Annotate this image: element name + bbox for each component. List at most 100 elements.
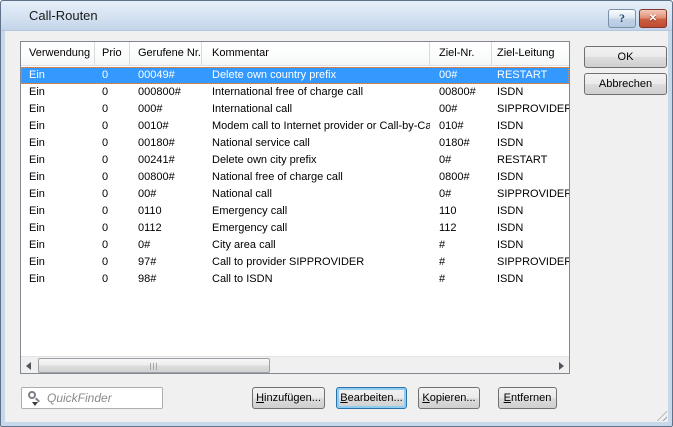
table-row[interactable]: Ein 0 00049# Delete own country prefix 00# RE… [21, 67, 569, 84]
table-cell: RESTART [497, 69, 548, 81]
table-cell: 0 [102, 171, 109, 183]
chevron-down-icon [32, 402, 38, 406]
cancel-button[interactable]: Abbrechen [584, 73, 667, 95]
table-cell: Modem call to Internet provider or Call-… [212, 120, 430, 132]
table-cell: Ein [29, 188, 45, 200]
table-cell: Delete own city prefix [212, 154, 317, 166]
table-cell: Ein [29, 69, 45, 81]
table-cell: Ein [29, 137, 45, 149]
column-header-gerufene-nr[interactable]: Gerufene Nr. [130, 42, 202, 66]
table-cell: Call to ISDN [212, 273, 273, 285]
table-cell: ISDN [497, 222, 524, 234]
table-row[interactable]: Ein 0 00180# National service call 0180# ISDN [21, 135, 569, 152]
table-cell: ISDN [497, 273, 524, 285]
table-cell: 0 [102, 239, 109, 251]
call-routes-table: Verwendung Prio Gerufene Nr. Kommentar Z… [20, 41, 570, 374]
table-cell: 00800# [138, 171, 175, 183]
table-cell: ISDN [497, 137, 524, 149]
column-header-prio[interactable]: Prio [95, 42, 130, 66]
table-cell: Ein [29, 239, 45, 251]
table-row[interactable]: Ein 0 0# City area call # ISDN [21, 237, 569, 254]
table-cell: City area call [212, 239, 276, 251]
table-cell: # [439, 256, 446, 268]
ok-button[interactable]: OK [584, 46, 667, 68]
table-cell: SIPPROVIDER [497, 103, 569, 115]
table-body: Ein 0 00049# Delete own country prefix 00# RE… [21, 67, 569, 288]
table-row[interactable]: Ein 0 00800# National free of charge call 08… [21, 169, 569, 186]
table-cell: Ein [29, 171, 45, 183]
table-row[interactable]: Ein 0 98# Call to ISDN # ISDN [21, 271, 569, 288]
table-cell: 0800# [439, 171, 470, 183]
table-cell: # [439, 239, 446, 251]
column-header-ziel-nr[interactable]: Ziel-Nr. [430, 42, 492, 66]
close-icon: ✕ [648, 13, 658, 24]
table-cell: Emergency call [212, 205, 288, 217]
table-cell: 0# [439, 154, 452, 166]
copy-button[interactable]: Kopieren... [418, 387, 480, 409]
search-icon[interactable] [26, 390, 44, 406]
table-row[interactable]: Ein 0 00# National call 0# SIPPROVIDER [21, 186, 569, 203]
table-cell: 0 [102, 256, 109, 268]
column-header-ziel-leitung[interactable]: Ziel-Leitung [492, 42, 569, 66]
table-cell: 110 [439, 205, 457, 217]
table-cell: 0 [102, 205, 109, 217]
quickfinder-box[interactable] [21, 387, 163, 409]
table-cell: 0 [102, 120, 109, 132]
remove-button[interactable]: Entfernen [498, 387, 557, 409]
table-cell: Ein [29, 103, 45, 115]
help-button[interactable]: ? [608, 9, 636, 28]
table-cell: ISDN [497, 171, 524, 183]
table-cell: 0110 [138, 205, 162, 217]
titlebar[interactable]: Call-Routen ? ✕ [1, 1, 672, 31]
table-cell: 00180# [138, 137, 175, 149]
table-cell: National service call [212, 137, 310, 149]
table-cell: 0 [102, 188, 109, 200]
table-row[interactable]: Ein 0 97# Call to provider SIPPROVIDER # SIPP… [21, 254, 569, 271]
horizontal-scrollbar[interactable] [21, 356, 569, 373]
table-cell: 0112 [138, 222, 162, 234]
table-cell: SIPPROVIDER [497, 256, 569, 268]
table-row[interactable]: Ein 0 000800# International free of charge … [21, 84, 569, 101]
table-cell: Call to provider SIPPROVIDER [212, 256, 365, 268]
add-button[interactable]: Hinzufügen... [252, 387, 325, 409]
table-cell: 0 [102, 103, 109, 115]
table-cell: ISDN [497, 239, 524, 251]
table-cell: 00# [439, 69, 458, 81]
column-header-verwendung[interactable]: Verwendung [21, 42, 95, 66]
column-header-kommentar[interactable]: Kommentar [202, 42, 430, 66]
table-row[interactable]: Ein 0 0110 Emergency call 110 ISDN [21, 203, 569, 220]
scroll-left-icon[interactable] [21, 357, 38, 373]
scroll-right-icon[interactable] [552, 357, 569, 373]
table-cell: 97# [138, 256, 157, 268]
table-cell: 00241# [138, 154, 175, 166]
help-icon: ? [619, 11, 625, 25]
table-cell: 00# [439, 103, 458, 115]
table-cell: 0010# [138, 120, 169, 132]
table-cell: ISDN [497, 205, 524, 217]
table-cell: 010# [439, 120, 464, 132]
table-row[interactable]: Ein 0 00241# Delete own city prefix 0# RESTAR… [21, 152, 569, 169]
table-cell: 00049# [138, 69, 175, 81]
table-cell: SIPPROVIDER [497, 188, 569, 200]
table-cell: 0 [102, 154, 109, 166]
table-cell: Ein [29, 154, 45, 166]
table-cell: 000# [138, 103, 163, 115]
table-row[interactable]: Ein 0 0010# Modem call to Internet provider… [21, 118, 569, 135]
quickfinder-input[interactable] [44, 389, 162, 407]
edit-button[interactable]: Bearbeiten... [336, 387, 407, 409]
table-cell: 112 [439, 222, 457, 234]
table-cell: 98# [138, 273, 157, 285]
table-cell: 0 [102, 273, 109, 285]
table-cell: National free of charge call [212, 171, 343, 183]
table-cell: Delete own country prefix [212, 69, 337, 81]
table-row[interactable]: Ein 0 000# International call 00# SIPPROVIDER [21, 101, 569, 118]
table-cell: 0180# [439, 137, 470, 149]
close-button[interactable]: ✕ [639, 9, 667, 28]
table-cell: Ein [29, 205, 45, 217]
table-cell: 000800# [138, 86, 181, 98]
scrollbar-thumb[interactable] [38, 358, 270, 373]
table-cell: 0 [102, 137, 109, 149]
table-cell: ISDN [497, 120, 524, 132]
table-row[interactable]: Ein 0 0112 Emergency call 112 ISDN [21, 220, 569, 237]
table-cell: 0 [102, 222, 109, 234]
